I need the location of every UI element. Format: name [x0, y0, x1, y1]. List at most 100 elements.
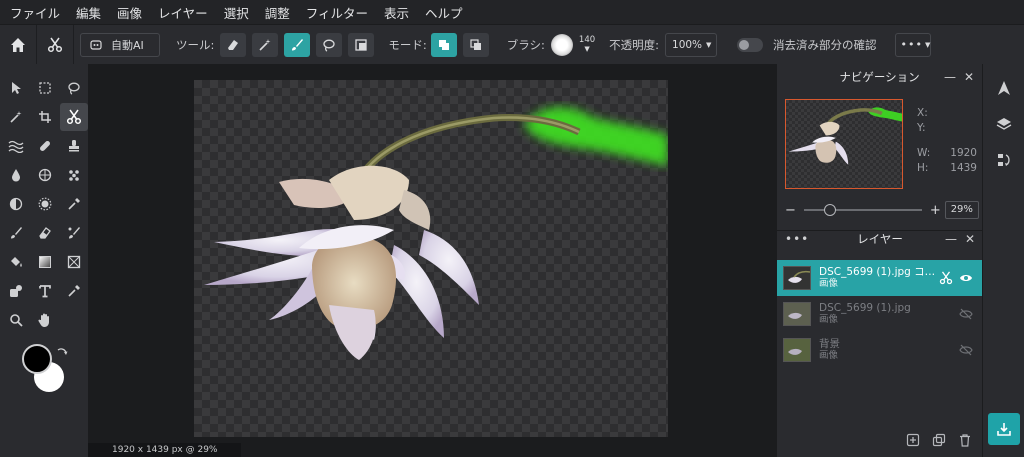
image-canvas[interactable]: [194, 80, 668, 437]
burn-tool[interactable]: [31, 190, 59, 218]
menu-adjust[interactable]: 調整: [265, 3, 290, 22]
flower-image: [204, 107, 668, 360]
eye-icon[interactable]: [959, 271, 973, 285]
auto-ai-button[interactable]: 自動AI: [80, 32, 160, 57]
cutout-tool[interactable]: [60, 103, 88, 131]
foreground-color-swatch[interactable]: [22, 344, 52, 374]
layer-row[interactable]: DSC_5699 (1).jpg コ… 画像: [777, 260, 983, 296]
pattern-tool[interactable]: [31, 161, 59, 189]
navigator-panel-icon[interactable]: [996, 80, 1012, 96]
swap-colors-icon[interactable]: [56, 346, 68, 360]
canvas-workspace[interactable]: 1920 x 1439 px @ 29%: [88, 64, 776, 457]
layer-thumbnail-image: [788, 270, 810, 283]
shape-tool[interactable]: [60, 248, 88, 276]
layer-row[interactable]: 背景 画像: [777, 332, 983, 368]
close-icon[interactable]: ✕: [964, 70, 974, 84]
crop-tool[interactable]: [31, 103, 59, 131]
zoom-slider-knob[interactable]: [823, 204, 836, 216]
marquee-tool[interactable]: [31, 74, 59, 102]
layer-name: DSC_5699 (1).jpg: [819, 302, 911, 314]
download-button[interactable]: [988, 413, 1020, 445]
magic-wand-icon: [259, 38, 271, 51]
navigator-header: ナビゲーション — ✕: [777, 64, 982, 90]
replace-color-tool[interactable]: [60, 219, 88, 247]
trash-icon[interactable]: [958, 433, 972, 447]
more-icon[interactable]: •••: [785, 232, 809, 246]
menu-view[interactable]: 表示: [384, 3, 409, 22]
waves-icon: [8, 140, 24, 153]
layers-panel-icon[interactable]: [996, 116, 1012, 132]
text-tool[interactable]: [31, 277, 59, 305]
brush-size[interactable]: 140 ▼: [579, 35, 595, 54]
minimize-icon[interactable]: —: [945, 232, 957, 246]
blur-tool[interactable]: [2, 161, 30, 189]
minimize-icon[interactable]: —: [944, 70, 956, 84]
dodge-tool[interactable]: [2, 190, 30, 218]
color-picker-tool[interactable]: [60, 190, 88, 218]
layer-thumbnail-image: [784, 339, 810, 361]
heal-tool[interactable]: [31, 132, 59, 160]
menu-file[interactable]: ファイル: [10, 3, 60, 22]
close-icon[interactable]: ✕: [965, 232, 975, 246]
duplicate-layer-icon[interactable]: [932, 433, 946, 447]
lasso-tool[interactable]: [60, 74, 88, 102]
magic-wand-tool[interactable]: [2, 103, 30, 131]
layer-thumbnail: [783, 266, 811, 290]
zoom-tool[interactable]: [2, 306, 30, 334]
shape-icon: [67, 255, 81, 269]
lasso-icon: [323, 39, 336, 52]
sponge-tool[interactable]: [60, 161, 88, 189]
layers-footer: [906, 433, 972, 447]
color-brush-icon: [68, 227, 80, 239]
brush-mode-button[interactable]: [284, 32, 311, 57]
mode-add-button[interactable]: [430, 32, 457, 57]
gradient-tool[interactable]: [31, 248, 59, 276]
add-layer-icon[interactable]: [906, 433, 920, 447]
move-tool[interactable]: [2, 74, 30, 102]
eraser-mode-button[interactable]: [220, 32, 247, 57]
sun-icon: [38, 197, 52, 211]
object-tool[interactable]: [2, 277, 30, 305]
clone-stamp-tool[interactable]: [60, 132, 88, 160]
scissors-icon[interactable]: [939, 271, 953, 285]
eyedropper-icon: [68, 285, 80, 297]
zoom-in-button[interactable]: +: [930, 203, 941, 218]
canvas-size-status: 1920 x 1439 px @ 29%: [112, 445, 218, 455]
erased-preview-toggle[interactable]: [737, 37, 764, 52]
zoom-value[interactable]: 29%: [944, 201, 979, 219]
rect-mode-button[interactable]: [348, 32, 375, 57]
cutout-tool-button[interactable]: [37, 25, 73, 65]
hand-tool[interactable]: [31, 306, 59, 334]
more-options-button[interactable]: ••• ▼: [894, 32, 931, 57]
mode-subtract-button[interactable]: [462, 32, 489, 57]
layer-row[interactable]: DSC_5699 (1).jpg 画像: [777, 296, 983, 332]
menu-filter[interactable]: フィルター: [306, 3, 368, 22]
menu-edit[interactable]: 編集: [76, 3, 101, 22]
menu-select[interactable]: 選択: [224, 3, 249, 22]
eyedropper-tool[interactable]: [60, 277, 88, 305]
menu-image[interactable]: 画像: [117, 3, 142, 22]
home-button[interactable]: [0, 25, 36, 65]
zoom-out-button[interactable]: −: [785, 203, 796, 218]
magic-wand-mode-button[interactable]: [252, 32, 279, 57]
chevron-down-icon: ▼: [706, 40, 712, 49]
menu-layer[interactable]: レイヤー: [158, 3, 208, 22]
eraser-tool[interactable]: [31, 219, 59, 247]
panel-strip: [982, 64, 1024, 457]
menu-bar: ファイル 編集 画像 レイヤー 選択 調整 フィルター 表示 ヘルプ: [0, 0, 1024, 24]
brush-icon: [292, 38, 304, 50]
zoom-slider[interactable]: [803, 204, 922, 216]
history-panel-icon[interactable]: [996, 152, 1012, 168]
menu-help[interactable]: ヘルプ: [425, 3, 463, 22]
layer-type: 画像: [819, 350, 839, 361]
brush-preview[interactable]: [550, 33, 573, 56]
navigator-thumbnail[interactable]: [785, 99, 903, 189]
eye-hidden-icon[interactable]: [959, 343, 973, 357]
brush-tool[interactable]: [2, 219, 30, 247]
eye-hidden-icon[interactable]: [959, 307, 973, 321]
fill-tool[interactable]: [2, 248, 30, 276]
lasso-mode-button[interactable]: [316, 32, 343, 57]
opacity-select[interactable]: 100% ▼: [665, 32, 718, 57]
opacity-value: 100%: [672, 38, 703, 51]
liquify-tool[interactable]: [2, 132, 30, 160]
